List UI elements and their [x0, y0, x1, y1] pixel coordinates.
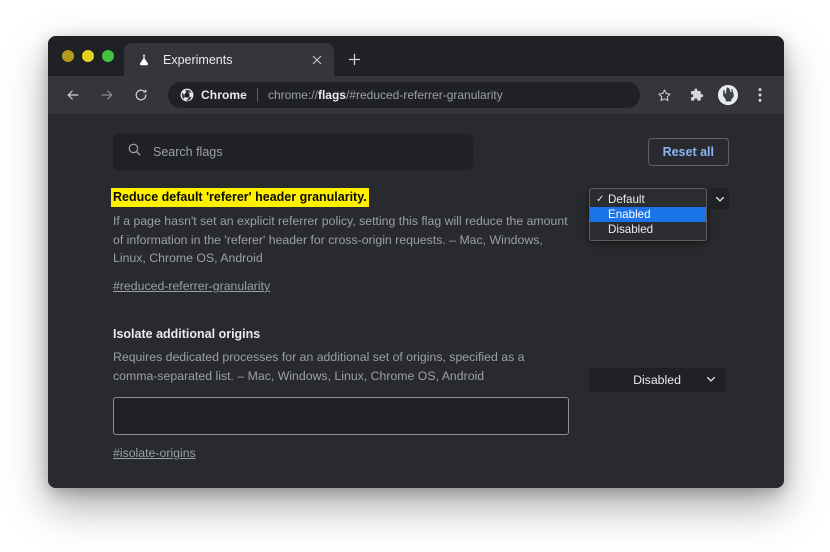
chrome-chip: Chrome [180, 88, 247, 102]
address-bar[interactable]: Chrome chrome://flags/#reduced-referrer-… [168, 82, 640, 108]
experiment-title: Isolate additional origins [113, 326, 261, 341]
check-icon: ✓ [596, 194, 605, 205]
back-arrow-icon[interactable] [59, 81, 87, 109]
origins-textarea[interactable] [113, 397, 569, 436]
browser-window: Experiments Chrome chrome://flags/#reduc… [48, 36, 784, 488]
experiment-text: Isolate additional origins Requires dedi… [113, 325, 571, 462]
dropdown-option-disabled[interactable]: Disabled [590, 222, 706, 237]
search-placeholder: Search flags [153, 145, 223, 159]
experiment-anchor-link[interactable]: #reduced-referrer-granularity [113, 279, 270, 293]
experiment-title: Reduce default 'referer' header granular… [111, 188, 369, 207]
dropdown-option-label: Enabled [608, 208, 651, 221]
experiment-description: If a page hasn't set an explicit referre… [113, 213, 568, 266]
address-bar-url: chrome://flags/#reduced-referrer-granula… [268, 88, 503, 102]
tab-title: Experiments [163, 52, 233, 67]
window-traffic-lights [58, 36, 124, 76]
experiment-control: Disabled [589, 367, 729, 392]
experiment-anchor-link[interactable]: #isolate-origins [113, 446, 196, 460]
three-dot-menu-icon[interactable] [747, 82, 773, 108]
avatar-icon [718, 85, 738, 105]
url-suffix: /#reduced-referrer-granularity [345, 88, 503, 102]
close-icon[interactable] [308, 51, 326, 69]
dropdown-option-enabled[interactable]: Enabled [590, 207, 706, 222]
reset-all-button[interactable]: Reset all [647, 137, 729, 167]
search-icon [127, 142, 142, 162]
search-row: Search flags Reset all [48, 114, 784, 170]
url-bold-segment: flags [317, 88, 346, 102]
url-prefix: chrome:// [267, 88, 318, 102]
close-window-button[interactable] [62, 50, 74, 62]
forward-arrow-icon[interactable] [93, 81, 121, 109]
avatar[interactable] [715, 82, 741, 108]
chrome-logo-icon [180, 88, 194, 102]
experiments-list: Reduce default 'referer' header granular… [48, 170, 784, 488]
zoom-window-button[interactable] [102, 50, 114, 62]
experiment-row: Disable site isolation Disables site iso… [113, 462, 729, 488]
plus-icon[interactable] [340, 45, 368, 73]
experiment-text: Reduce default 'referer' header granular… [111, 188, 571, 295]
dropdown-option-label: Default [608, 193, 645, 206]
tab-strip: Experiments [48, 36, 784, 76]
star-icon[interactable] [651, 82, 677, 108]
chrome-chip-label: Chrome [201, 88, 247, 102]
flask-icon [136, 52, 152, 68]
experiment-row: Reduce default 'referer' header granular… [111, 170, 729, 295]
dropdown-option-label: Disabled [608, 223, 654, 236]
flags-page: Search flags Reset all Reduce default 'r… [48, 114, 784, 488]
experiment-select[interactable]: Disabled [589, 367, 725, 392]
reload-icon[interactable] [127, 81, 155, 109]
omnibox-divider [256, 88, 258, 102]
browser-tab-experiments[interactable]: Experiments [124, 43, 334, 76]
experiment-row: Isolate additional origins Requires dedi… [113, 295, 729, 462]
select-value: Disabled [633, 372, 681, 387]
screenshot-canvas: Experiments Chrome chrome://flags/#reduc… [0, 0, 830, 552]
dropdown-option-default[interactable]: ✓ Default [590, 192, 706, 207]
puzzle-icon[interactable] [683, 82, 709, 108]
search-input[interactable]: Search flags [113, 134, 473, 170]
chevron-down-icon[interactable] [711, 188, 729, 209]
dropdown-options-popup[interactable]: ✓ Default Enabled Disabled [589, 188, 707, 241]
minimize-window-button[interactable] [82, 50, 94, 62]
experiment-description: Requires dedicated processes for an addi… [113, 349, 525, 383]
chevron-down-icon [706, 373, 716, 387]
browser-toolbar: Chrome chrome://flags/#reduced-referrer-… [48, 76, 784, 114]
